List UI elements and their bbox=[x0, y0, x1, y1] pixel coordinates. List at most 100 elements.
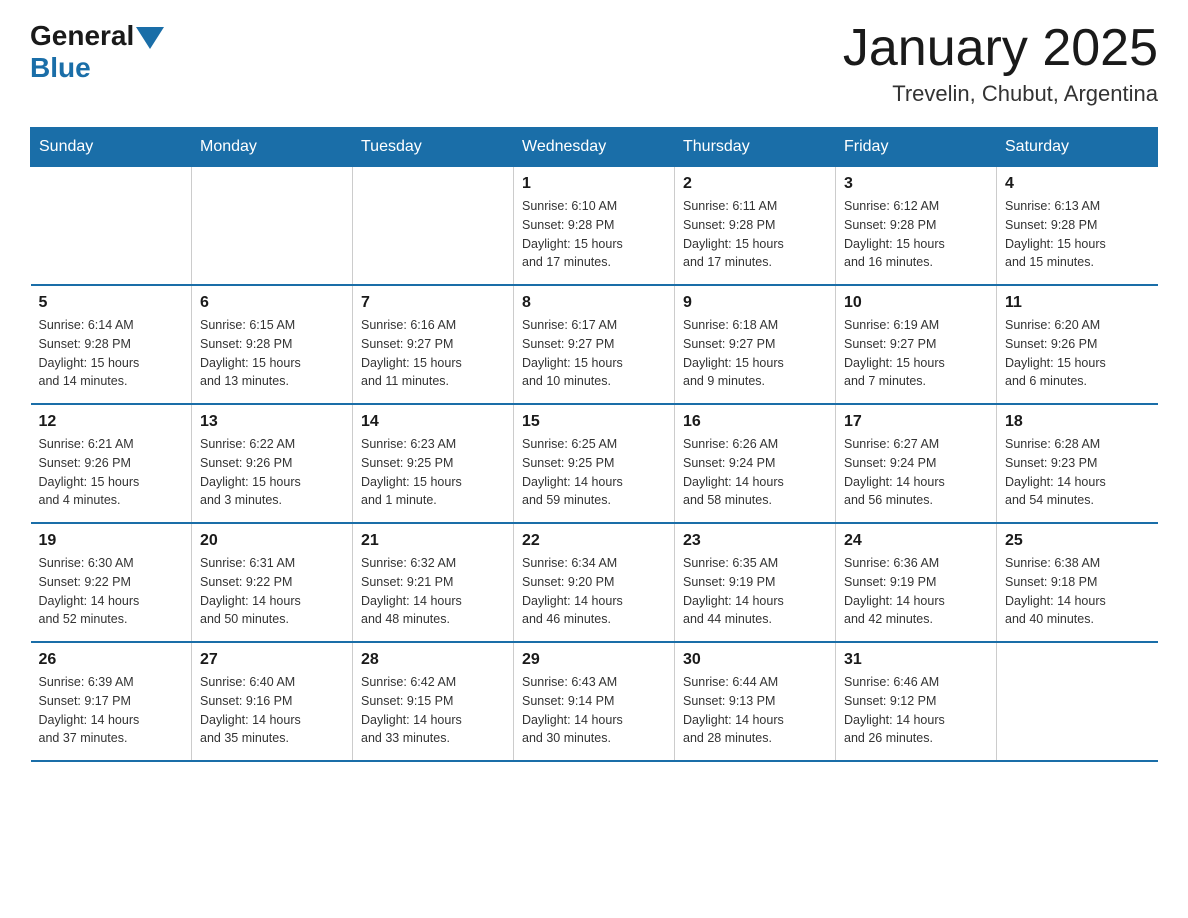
day-info: Sunrise: 6:22 AM Sunset: 9:26 PM Dayligh… bbox=[200, 435, 344, 510]
calendar-week-4: 19Sunrise: 6:30 AM Sunset: 9:22 PM Dayli… bbox=[31, 523, 1158, 642]
day-number: 29 bbox=[522, 651, 666, 669]
weekday-header-saturday: Saturday bbox=[997, 128, 1158, 167]
calendar-week-1: 1Sunrise: 6:10 AM Sunset: 9:28 PM Daylig… bbox=[31, 167, 1158, 286]
page-header: General Blue January 2025 Trevelin, Chub… bbox=[30, 20, 1158, 107]
calendar-cell: 9 Sunrise: 6:18 AM Sunset: 9:27 PM Daylig… bbox=[675, 285, 836, 404]
calendar-cell: 10 Sunrise: 6:19 AM Sunset: 9:27 PM Dayli… bbox=[836, 285, 997, 404]
day-info: Sunrise: 6:39 AM Sunset: 9:17 PM Dayligh… bbox=[39, 673, 184, 748]
day-info: Sunrise: 6:21 AM Sunset: 9:26 PM Dayligh… bbox=[39, 435, 184, 510]
day-info: Sunrise: 6:40 AM Sunset: 9:16 PM Dayligh… bbox=[200, 673, 344, 748]
day-info: Sunrise: 6:16 AM Sunset: 9:27 PM Dayligh… bbox=[361, 316, 505, 391]
calendar-cell bbox=[192, 167, 353, 286]
day-number: 23 bbox=[683, 532, 827, 550]
day-number: 31 bbox=[844, 651, 988, 669]
weekday-header-sunday: Sunday bbox=[31, 128, 192, 167]
day-number: 18 bbox=[1005, 413, 1150, 431]
calendar-cell: 25 Sunrise: 6:38 AM Sunset: 9:18 PM Dayli… bbox=[997, 523, 1158, 642]
logo-blue-text: Blue bbox=[30, 52, 91, 84]
logo: General Blue bbox=[30, 20, 164, 84]
day-number: 14 bbox=[361, 413, 505, 431]
calendar-cell: 11 Sunrise: 6:20 AM Sunset: 9:26 PM Dayli… bbox=[997, 285, 1158, 404]
calendar-week-3: 12 Sunrise: 6:21 AM Sunset: 9:26 PM Dayli… bbox=[31, 404, 1158, 523]
weekday-header-friday: Friday bbox=[836, 128, 997, 167]
day-info: Sunrise: 6:44 AM Sunset: 9:13 PM Dayligh… bbox=[683, 673, 827, 748]
calendar-cell: 8Sunrise: 6:17 AM Sunset: 9:27 PM Daylig… bbox=[514, 285, 675, 404]
day-info: Sunrise: 6:12 AM Sunset: 9:28 PM Dayligh… bbox=[844, 197, 988, 272]
weekday-header-row: SundayMondayTuesdayWednesdayThursdayFrid… bbox=[31, 128, 1158, 167]
day-info: Sunrise: 6:18 AM Sunset: 9:27 PM Dayligh… bbox=[683, 316, 827, 391]
day-number: 10 bbox=[844, 294, 988, 312]
calendar-cell bbox=[31, 167, 192, 286]
day-number: 9 bbox=[683, 294, 827, 312]
day-info: Sunrise: 6:36 AM Sunset: 9:19 PM Dayligh… bbox=[844, 554, 988, 629]
calendar-cell: 6Sunrise: 6:15 AM Sunset: 9:28 PM Daylig… bbox=[192, 285, 353, 404]
day-number: 11 bbox=[1005, 294, 1150, 312]
day-number: 20 bbox=[200, 532, 344, 550]
day-info: Sunrise: 6:43 AM Sunset: 9:14 PM Dayligh… bbox=[522, 673, 666, 748]
day-info: Sunrise: 6:32 AM Sunset: 9:21 PM Dayligh… bbox=[361, 554, 505, 629]
calendar-cell: 3 Sunrise: 6:12 AM Sunset: 9:28 PM Daylig… bbox=[836, 167, 997, 286]
weekday-header-monday: Monday bbox=[192, 128, 353, 167]
day-number: 4 bbox=[1005, 175, 1150, 193]
day-number: 5 bbox=[39, 294, 184, 312]
day-info: Sunrise: 6:34 AM Sunset: 9:20 PM Dayligh… bbox=[522, 554, 666, 629]
day-info: Sunrise: 6:19 AM Sunset: 9:27 PM Dayligh… bbox=[844, 316, 988, 391]
day-number: 16 bbox=[683, 413, 827, 431]
day-info: Sunrise: 6:17 AM Sunset: 9:27 PM Dayligh… bbox=[522, 316, 666, 391]
calendar-cell: 23Sunrise: 6:35 AM Sunset: 9:19 PM Dayli… bbox=[675, 523, 836, 642]
calendar-cell: 29 Sunrise: 6:43 AM Sunset: 9:14 PM Dayli… bbox=[514, 642, 675, 761]
day-info: Sunrise: 6:27 AM Sunset: 9:24 PM Dayligh… bbox=[844, 435, 988, 510]
day-info: Sunrise: 6:13 AM Sunset: 9:28 PM Dayligh… bbox=[1005, 197, 1150, 272]
calendar-cell: 24 Sunrise: 6:36 AM Sunset: 9:19 PM Dayli… bbox=[836, 523, 997, 642]
day-info: Sunrise: 6:11 AM Sunset: 9:28 PM Dayligh… bbox=[683, 197, 827, 272]
calendar-cell: 12 Sunrise: 6:21 AM Sunset: 9:26 PM Dayli… bbox=[31, 404, 192, 523]
day-number: 25 bbox=[1005, 532, 1150, 550]
day-number: 2 bbox=[683, 175, 827, 193]
calendar-cell: 13 Sunrise: 6:22 AM Sunset: 9:26 PM Dayli… bbox=[192, 404, 353, 523]
calendar-cell: 22 Sunrise: 6:34 AM Sunset: 9:20 PM Dayli… bbox=[514, 523, 675, 642]
day-number: 24 bbox=[844, 532, 988, 550]
day-info: Sunrise: 6:38 AM Sunset: 9:18 PM Dayligh… bbox=[1005, 554, 1150, 629]
day-number: 7 bbox=[361, 294, 505, 312]
calendar-cell: 16 Sunrise: 6:26 AM Sunset: 9:24 PM Dayli… bbox=[675, 404, 836, 523]
calendar-cell: 28Sunrise: 6:42 AM Sunset: 9:15 PM Dayli… bbox=[353, 642, 514, 761]
day-number: 15 bbox=[522, 413, 666, 431]
day-number: 3 bbox=[844, 175, 988, 193]
day-number: 1 bbox=[522, 175, 666, 193]
day-info: Sunrise: 6:46 AM Sunset: 9:12 PM Dayligh… bbox=[844, 673, 988, 748]
day-number: 17 bbox=[844, 413, 988, 431]
calendar-header: SundayMondayTuesdayWednesdayThursdayFrid… bbox=[31, 128, 1158, 167]
day-info: Sunrise: 6:20 AM Sunset: 9:26 PM Dayligh… bbox=[1005, 316, 1150, 391]
day-info: Sunrise: 6:15 AM Sunset: 9:28 PM Dayligh… bbox=[200, 316, 344, 391]
calendar-cell: 1Sunrise: 6:10 AM Sunset: 9:28 PM Daylig… bbox=[514, 167, 675, 286]
day-info: Sunrise: 6:30 AM Sunset: 9:22 PM Dayligh… bbox=[39, 554, 184, 629]
weekday-header-thursday: Thursday bbox=[675, 128, 836, 167]
logo-triangle-icon bbox=[136, 27, 164, 49]
day-number: 30 bbox=[683, 651, 827, 669]
calendar-cell: 21 Sunrise: 6:32 AM Sunset: 9:21 PM Dayli… bbox=[353, 523, 514, 642]
day-info: Sunrise: 6:26 AM Sunset: 9:24 PM Dayligh… bbox=[683, 435, 827, 510]
calendar-cell: 7 Sunrise: 6:16 AM Sunset: 9:27 PM Daylig… bbox=[353, 285, 514, 404]
day-info: Sunrise: 6:14 AM Sunset: 9:28 PM Dayligh… bbox=[39, 316, 184, 391]
day-info: Sunrise: 6:23 AM Sunset: 9:25 PM Dayligh… bbox=[361, 435, 505, 510]
day-info: Sunrise: 6:25 AM Sunset: 9:25 PM Dayligh… bbox=[522, 435, 666, 510]
day-number: 13 bbox=[200, 413, 344, 431]
day-number: 22 bbox=[522, 532, 666, 550]
calendar-cell: 15 Sunrise: 6:25 AM Sunset: 9:25 PM Dayli… bbox=[514, 404, 675, 523]
calendar-cell: 4 Sunrise: 6:13 AM Sunset: 9:28 PM Daylig… bbox=[997, 167, 1158, 286]
calendar-body: 1Sunrise: 6:10 AM Sunset: 9:28 PM Daylig… bbox=[31, 167, 1158, 762]
calendar-week-5: 26Sunrise: 6:39 AM Sunset: 9:17 PM Dayli… bbox=[31, 642, 1158, 761]
calendar-cell: 17 Sunrise: 6:27 AM Sunset: 9:24 PM Dayli… bbox=[836, 404, 997, 523]
calendar-cell: 18 Sunrise: 6:28 AM Sunset: 9:23 PM Dayli… bbox=[997, 404, 1158, 523]
day-info: Sunrise: 6:28 AM Sunset: 9:23 PM Dayligh… bbox=[1005, 435, 1150, 510]
day-number: 21 bbox=[361, 532, 505, 550]
calendar-cell: 27Sunrise: 6:40 AM Sunset: 9:16 PM Dayli… bbox=[192, 642, 353, 761]
calendar-cell: 30 Sunrise: 6:44 AM Sunset: 9:13 PM Dayli… bbox=[675, 642, 836, 761]
day-info: Sunrise: 6:31 AM Sunset: 9:22 PM Dayligh… bbox=[200, 554, 344, 629]
weekday-header-wednesday: Wednesday bbox=[514, 128, 675, 167]
calendar-table: SundayMondayTuesdayWednesdayThursdayFrid… bbox=[30, 127, 1158, 762]
day-number: 12 bbox=[39, 413, 184, 431]
calendar-cell: 31 Sunrise: 6:46 AM Sunset: 9:12 PM Dayli… bbox=[836, 642, 997, 761]
calendar-cell: 14 Sunrise: 6:23 AM Sunset: 9:25 PM Dayli… bbox=[353, 404, 514, 523]
weekday-header-tuesday: Tuesday bbox=[353, 128, 514, 167]
